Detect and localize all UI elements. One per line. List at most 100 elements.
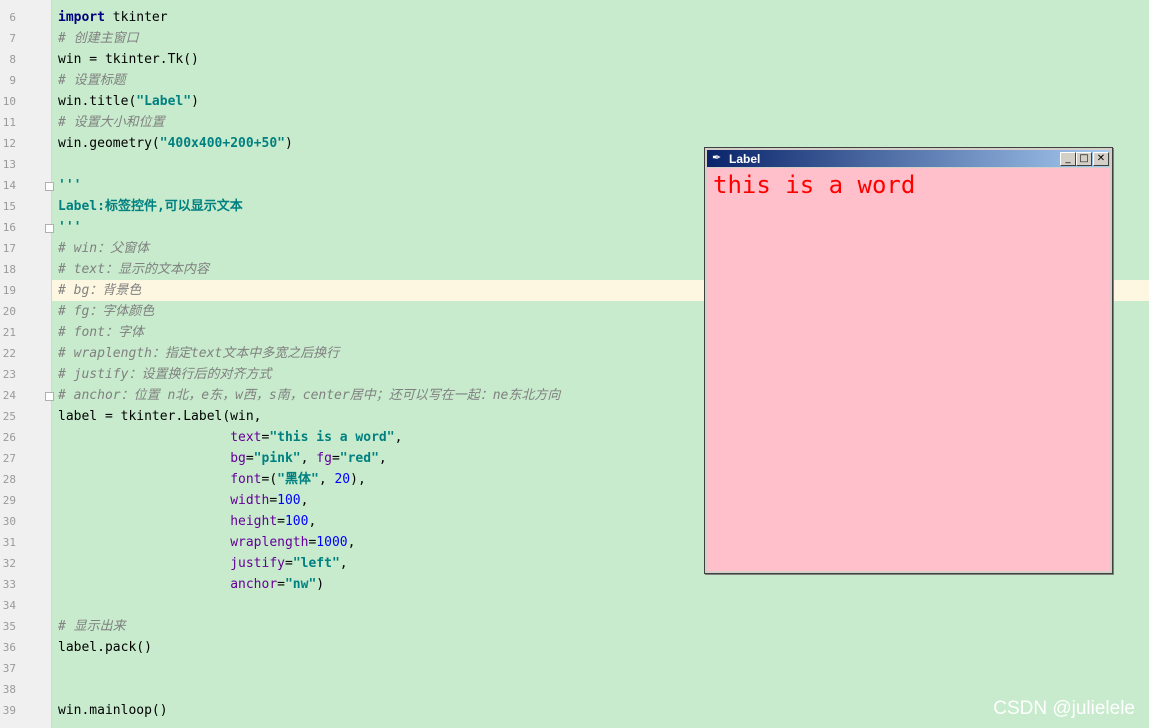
line-number: 30 — [2, 515, 16, 528]
code-token: height — [230, 514, 278, 529]
code-token: text — [230, 430, 262, 445]
code-token: label = tkinter.Label(win, — [58, 409, 262, 424]
line-number: 29 — [2, 494, 16, 507]
code-token: = — [331, 451, 340, 466]
code-token: # bg：背景色 — [58, 283, 142, 298]
code-token: # 显示出来 — [58, 619, 126, 634]
line-number: 16 — [2, 221, 16, 234]
code-token: anchor — [230, 577, 278, 592]
code-token: # justify：设置换行后的对齐方式 — [58, 367, 272, 382]
code-token: wraplength — [230, 535, 309, 550]
code-token: # 创建主窗口 — [58, 31, 139, 46]
window-titlebar[interactable]: ✒ Label _ □ ✕ — [707, 150, 1110, 167]
line-number: 12 — [2, 137, 16, 150]
code-token: width — [230, 493, 270, 508]
code-token: tkinter — [104, 10, 168, 25]
code-token: import — [58, 10, 105, 25]
line-number: 33 — [2, 578, 16, 591]
code-token: , — [300, 493, 309, 508]
code-token: = — [269, 493, 278, 508]
line-number: 11 — [2, 116, 16, 129]
code-token: bg — [230, 451, 246, 466]
code-token: , — [347, 535, 356, 550]
code-token: font — [230, 472, 262, 487]
line-number: 36 — [2, 641, 16, 654]
line-number: 25 — [2, 410, 16, 423]
close-button[interactable]: ✕ — [1093, 152, 1109, 166]
tk-feather-icon: ✒ — [712, 151, 722, 164]
line-number: 37 — [2, 662, 16, 675]
label-widget-text: this is a word — [713, 171, 916, 199]
line-number: 27 — [2, 452, 16, 465]
code-token: "this is a word" — [269, 430, 395, 445]
code-token: ''' — [58, 178, 82, 193]
line-number: 39 — [2, 704, 16, 717]
line-number: 20 — [2, 305, 16, 318]
line-number: 26 — [2, 431, 16, 444]
line-number: 15 — [2, 200, 16, 213]
watermark: CSDN @julielele — [993, 698, 1135, 719]
code-token: win.geometry( — [58, 136, 160, 151]
line-number: 10 — [2, 95, 16, 108]
code-token: = — [277, 514, 285, 529]
line-number: 32 — [2, 557, 16, 570]
line-number: 19 — [2, 284, 16, 297]
code-token: ), — [350, 472, 366, 487]
line-number: 38 — [2, 683, 16, 696]
code-token: 1000 — [316, 535, 348, 550]
code-token: = — [277, 577, 285, 592]
line-number: 6 — [9, 11, 16, 24]
window-client-area: this is a word — [707, 168, 1110, 571]
code-token: ''' — [58, 220, 82, 235]
code-token: # text：显示的文本内容 — [58, 262, 209, 277]
line-number: 13 — [2, 158, 16, 171]
code-token: # font：字体 — [58, 325, 144, 340]
code-token: justify — [230, 556, 285, 571]
code-token: , — [378, 451, 387, 466]
minimize-button[interactable]: _ — [1060, 152, 1076, 166]
fold-marker-icon[interactable] — [45, 182, 54, 191]
line-number: 24 — [2, 389, 16, 402]
code-token: , — [339, 556, 348, 571]
code-token: 20 — [334, 472, 351, 487]
code-token: win = tkinter.Tk() — [58, 52, 199, 67]
line-number: 31 — [2, 536, 16, 549]
code-token: , — [394, 430, 403, 445]
line-number: 34 — [2, 599, 16, 612]
line-number: 21 — [2, 326, 16, 339]
code-token: , — [300, 451, 317, 466]
code-token: "Label" — [136, 94, 192, 109]
code-token: = — [245, 451, 254, 466]
code-token: "nw" — [284, 577, 317, 592]
fold-marker-icon[interactable] — [45, 224, 54, 233]
line-number: 23 — [2, 368, 16, 381]
maximize-button[interactable]: □ — [1076, 152, 1092, 166]
code-token: ) — [316, 577, 325, 592]
code-token: # fg：字体颜色 — [58, 304, 155, 319]
code-token: win.mainloop() — [58, 703, 168, 718]
tk-window[interactable]: ✒ Label _ □ ✕ this is a word — [704, 147, 1113, 574]
code-token: ) — [191, 94, 199, 109]
code-token: =( — [261, 472, 278, 487]
code-token: 100 — [284, 514, 309, 529]
line-number: 17 — [2, 242, 16, 255]
code-token: , — [318, 472, 335, 487]
line-number: 22 — [2, 347, 16, 360]
code-token: fg — [316, 451, 332, 466]
line-number: 18 — [2, 263, 16, 276]
line-number: 14 — [2, 179, 16, 192]
code-token: "red" — [339, 451, 379, 466]
code-token: # 设置大小和位置 — [58, 115, 165, 130]
code-token: # win：父窗体 — [58, 241, 150, 256]
line-number: 9 — [9, 74, 16, 87]
fold-marker-icon[interactable] — [45, 392, 54, 401]
window-title: Label — [729, 152, 761, 166]
line-number: 7 — [9, 32, 16, 45]
code-token: win.title( — [58, 94, 137, 109]
